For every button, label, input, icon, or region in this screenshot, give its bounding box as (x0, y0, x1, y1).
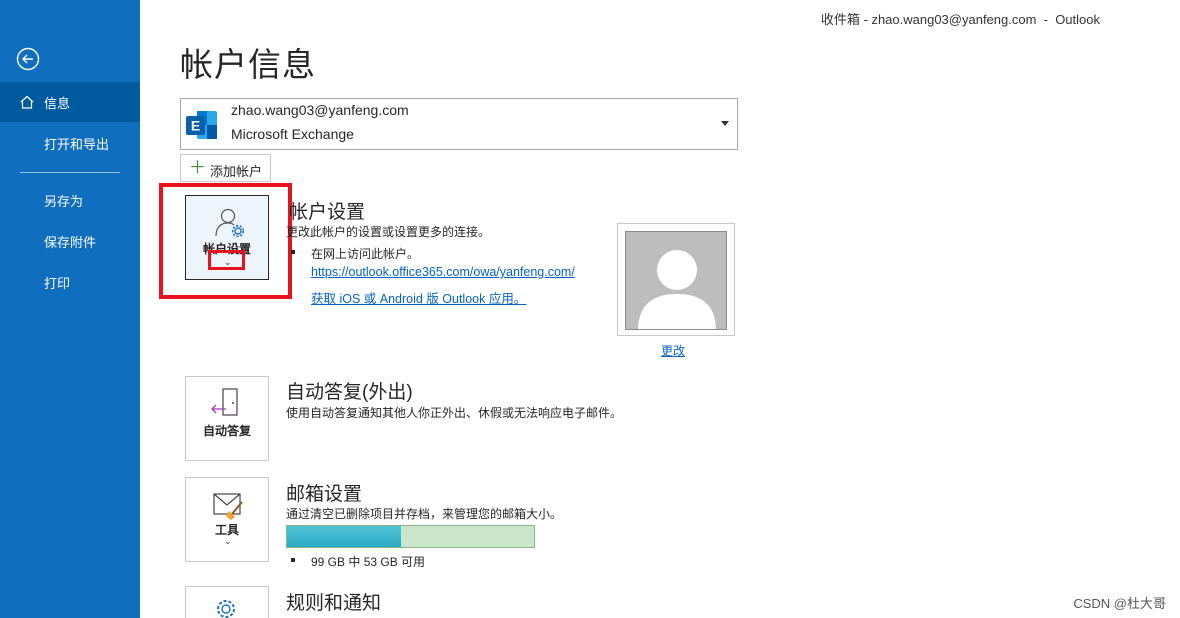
mailbox-desc: 通过清空已删除项目并存档，来管理您的邮箱大小。 (286, 507, 563, 521)
sidebar-divider (20, 172, 120, 173)
account-settings-tile[interactable]: 帐户设置 ⌄ (185, 195, 269, 280)
mail-broom-icon (212, 490, 246, 525)
section-title-rules: 规则和通知 (286, 593, 382, 614)
back-arrow-icon[interactable] (16, 47, 40, 71)
sidebar-item-open-export[interactable]: 打开和导出 (0, 123, 140, 163)
rules-gear-icon (214, 597, 242, 618)
window-title: 收件箱 - zhao.wang03@yanfeng.com - Outlook (820, 12, 1100, 27)
mobile-app-link[interactable]: 获取 iOS 或 Android 版 Outlook 应用。 (311, 288, 526, 307)
profile-photo (617, 223, 735, 336)
section-title-account-settings: 帐户设置 (289, 202, 366, 223)
chevron-down-icon: ⌄ (224, 257, 232, 267)
exchange-icon: E (185, 109, 219, 141)
sidebar-item-info[interactable]: 信息 (0, 82, 140, 122)
user-settings-icon (214, 206, 246, 243)
account-selector[interactable]: E zhao.wang03@yanfeng.com Microsoft Exch… (180, 98, 738, 150)
tile-label: 帐户设置 (202, 242, 251, 256)
mailbox-usage-bar (286, 525, 535, 548)
sidebar-item-print[interactable]: 打印 (0, 262, 140, 302)
rules-tile[interactable] (185, 586, 269, 618)
add-account-button[interactable]: ＋ 添加帐户 (180, 154, 271, 182)
backstage-sidebar: 信息 打开和导出 另存为 保存附件 打印 (0, 0, 140, 618)
bullet-web-access: 在网上访问此帐户。 (290, 247, 420, 261)
tile-label: 自动答复 (202, 424, 251, 438)
watermark: CSDN @杜大哥 (1073, 596, 1166, 611)
chevron-down-icon: ⌄ (224, 536, 232, 546)
chevron-down-icon (721, 121, 729, 126)
sidebar-item-label: 打开和导出 (44, 136, 110, 152)
outlook-backstage: 信息 打开和导出 另存为 保存附件 打印 收件箱 - zhao.wang03@y… (0, 0, 1180, 618)
plus-icon: ＋ (189, 158, 206, 177)
change-photo-link[interactable]: 更改 (661, 342, 685, 359)
account-type: Microsoft Exchange (231, 126, 354, 142)
door-arrow-icon (210, 387, 244, 424)
svg-text:E: E (191, 118, 200, 134)
sidebar-item-save-attachments[interactable]: 保存附件 (0, 221, 140, 261)
auto-reply-desc: 使用自动答复通知其他人你正外出、休假或无法响应电子邮件。 (286, 406, 623, 420)
mailbox-usage-text: 99 GB 中 53 GB 可用 (290, 555, 426, 569)
mailbox-usage-fill (287, 526, 401, 547)
sidebar-item-label: 信息 (44, 95, 71, 111)
home-icon (19, 94, 35, 110)
account-settings-desc: 更改此帐户的设置或设置更多的连接。 (286, 225, 491, 239)
avatar-placeholder-icon (638, 250, 716, 329)
sidebar-item-label: 另存为 (44, 193, 84, 209)
sidebar-item-label: 打印 (44, 275, 71, 291)
mailbox-tools-tile[interactable]: 工具 ⌄ (185, 477, 269, 562)
section-title-mailbox: 邮箱设置 (286, 484, 363, 505)
auto-reply-tile[interactable]: 自动答复 (185, 376, 269, 461)
owa-link[interactable]: https://outlook.office365.com/owa/yanfen… (311, 265, 575, 279)
section-title-auto-reply: 自动答复(外出) (286, 382, 413, 403)
add-account-label: 添加帐户 (210, 164, 263, 179)
page-title: 帐户信息 (180, 46, 316, 83)
account-email: zhao.wang03@yanfeng.com (231, 102, 409, 118)
sidebar-item-label: 保存附件 (44, 234, 97, 250)
sidebar-item-save-as[interactable]: 另存为 (0, 180, 140, 220)
